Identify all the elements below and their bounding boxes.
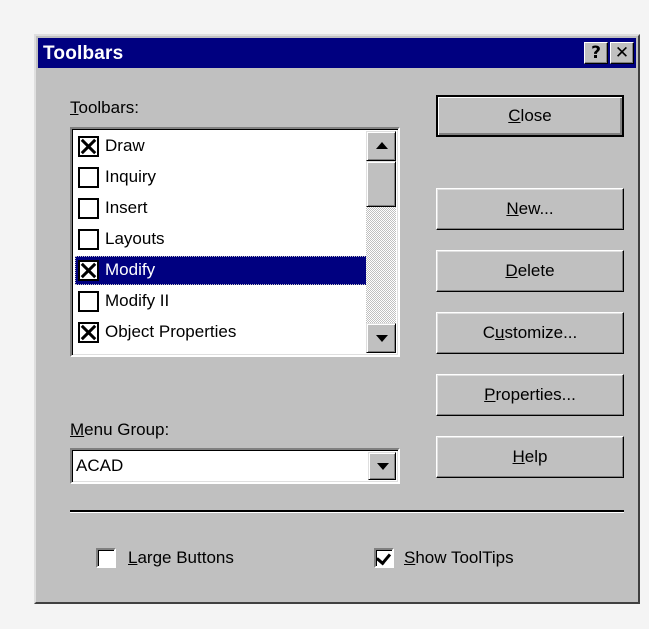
close-button[interactable]: Close (436, 95, 624, 137)
scroll-thumb[interactable] (366, 161, 396, 207)
menu-group-dropdown-button[interactable] (368, 452, 396, 480)
arrow-down-icon (376, 335, 388, 342)
list-item[interactable]: Inquiry (75, 163, 367, 192)
scroll-down-button[interactable] (366, 323, 396, 353)
show-tooltips-checkbox[interactable] (374, 548, 394, 568)
delete-button[interactable]: Delete (436, 250, 624, 292)
listbox-scrollbar[interactable] (366, 131, 396, 353)
list-item-label: Modify II (105, 291, 170, 310)
menu-group-value: ACAD (76, 456, 124, 475)
help-button[interactable]: Help (436, 436, 624, 478)
toolbars-label: Toolbars: (70, 98, 139, 117)
help-title-button[interactable]: ? (584, 42, 608, 64)
list-item-label: Layouts (105, 229, 165, 248)
list-item-label: Inquiry (105, 167, 157, 186)
list-item-checkbox[interactable] (78, 229, 99, 250)
large-buttons-label[interactable]: Large Buttons (128, 548, 234, 568)
title-bar[interactable]: Toolbars ? ✕ (38, 38, 636, 68)
close-title-button[interactable]: ✕ (610, 42, 634, 64)
list-item[interactable]: Modify II (75, 287, 367, 316)
toolbars-dialog: Toolbars ? ✕ Toolbars: Draw Inquiry Insert… (34, 34, 640, 604)
new-button[interactable]: New... (436, 188, 624, 230)
scroll-up-button[interactable] (366, 131, 396, 161)
list-item-checkbox[interactable] (78, 291, 99, 312)
list-item-label: Object Properties (105, 322, 237, 341)
arrow-up-icon (376, 142, 388, 149)
toolbars-listbox[interactable]: Draw Inquiry Insert Layouts Modify Modify II O… (70, 127, 400, 357)
list-item-label: Insert (105, 198, 148, 217)
list-item-checkbox[interactable] (78, 322, 99, 343)
list-item-label: Draw (105, 136, 145, 155)
customize-button[interactable]: Customize... (436, 312, 624, 354)
list-item-checkbox[interactable] (78, 260, 99, 281)
list-item[interactable]: Layouts (75, 225, 367, 254)
show-tooltips-label[interactable]: Show ToolTips (404, 548, 514, 568)
list-item[interactable]: Object Properties (75, 318, 367, 347)
dialog-title: Toolbars (43, 43, 124, 64)
list-item-checkbox[interactable] (78, 167, 99, 188)
chevron-down-icon (377, 463, 389, 470)
list-item[interactable]: Draw (75, 132, 367, 161)
properties-button[interactable]: Properties... (436, 374, 624, 416)
list-item-checkbox[interactable] (78, 198, 99, 219)
separator (70, 510, 624, 513)
list-item[interactable]: Insert (75, 194, 367, 223)
list-item-label: Modify (105, 260, 156, 279)
list-item[interactable]: Modify (75, 256, 367, 285)
list-item-checkbox[interactable] (78, 136, 99, 157)
large-buttons-checkbox[interactable] (96, 548, 116, 568)
menu-group-label: Menu Group: (70, 420, 170, 439)
menu-group-combobox[interactable]: ACAD (70, 448, 400, 484)
